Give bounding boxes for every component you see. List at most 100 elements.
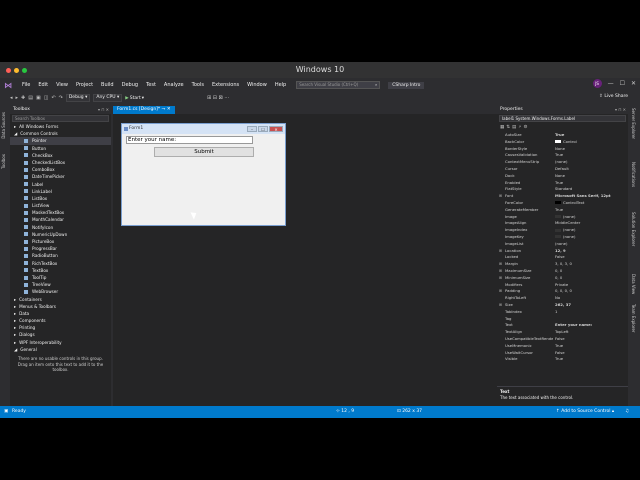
menu-item-project[interactable]: Project: [72, 82, 97, 88]
notification-bell-icon[interactable]: ♫: [625, 406, 629, 418]
toolbox-item[interactable]: ▸ Containers: [10, 296, 111, 303]
property-value[interactable]: ControlText: [553, 200, 628, 207]
toolbox-item[interactable]: WebBrowser: [10, 288, 111, 295]
property-row[interactable]: ⊞ Font Microsoft Sans Serif, 12pt: [497, 193, 628, 200]
tab-notifications[interactable]: Notifications: [631, 162, 636, 187]
toolbox-search-input[interactable]: Search Toolbox: [12, 115, 109, 122]
property-row[interactable]: FlatStyle Standard: [497, 186, 628, 193]
submit-button[interactable]: Submit: [154, 147, 254, 157]
expander-icon[interactable]: ▸: [14, 296, 16, 303]
maximize-icon[interactable]: ☐: [620, 80, 625, 87]
property-value[interactable]: True: [553, 180, 628, 187]
property-value[interactable]: True: [553, 343, 628, 350]
toolbox-item[interactable]: ◢ Common Controls: [10, 130, 111, 137]
toolbox-item[interactable]: LinkLabel: [10, 188, 111, 195]
property-value[interactable]: None: [553, 146, 628, 153]
tab-solution-explorer[interactable]: Solution Explorer: [631, 212, 636, 246]
object-selector[interactable]: label1 System.Windows.Forms.Label: [499, 115, 626, 122]
expander-icon[interactable]: ◢: [14, 346, 17, 353]
toolbox-item[interactable]: ToolTip: [10, 274, 111, 281]
toolbox-item[interactable]: ◢ General: [10, 346, 111, 353]
menu-item-build[interactable]: Build: [97, 82, 118, 88]
property-row[interactable]: ⊞ Margin 3, 0, 3, 0: [497, 261, 628, 268]
toolbox-item[interactable]: MaskedTextBox: [10, 209, 111, 216]
property-value[interactable]: (none): [553, 159, 628, 166]
expand-icon[interactable]: ⊞: [499, 193, 502, 200]
toolbox-item[interactable]: ListBox: [10, 195, 111, 202]
expand-icon[interactable]: ⊞: [499, 302, 502, 309]
property-value[interactable]: Microsoft Sans Serif, 12pt: [553, 193, 628, 200]
property-row[interactable]: Visible True: [497, 356, 628, 363]
toolbox-item[interactable]: RadioButton: [10, 252, 111, 259]
save-all-icon[interactable]: ◫: [44, 95, 49, 101]
property-value[interactable]: 0, 0: [553, 268, 628, 275]
expand-icon[interactable]: ⊞: [499, 275, 502, 282]
toolbox-item[interactable]: ▸ Printing: [10, 324, 111, 331]
property-row[interactable]: Image (none): [497, 214, 628, 221]
property-row[interactable]: UseWaitCursor False: [497, 350, 628, 357]
property-value[interactable]: Standard: [553, 186, 628, 193]
property-row[interactable]: GenerateMember True: [497, 207, 628, 214]
property-value[interactable]: True: [553, 152, 628, 159]
form-window[interactable]: Form1 – ☐ ✕ Enter your name: Submit: [121, 123, 286, 226]
configuration-dropdown[interactable]: Debug ▾: [65, 94, 91, 102]
expander-icon[interactable]: ▸: [14, 339, 16, 346]
property-value[interactable]: True: [553, 132, 628, 139]
menu-item-help[interactable]: Help: [271, 82, 290, 88]
new-project-icon[interactable]: ✚: [21, 95, 25, 101]
property-row[interactable]: ImageIndex (none): [497, 227, 628, 234]
property-value[interactable]: (none): [553, 214, 628, 221]
panel-controls-icon[interactable]: ▾ ⊓ ✕: [98, 106, 109, 114]
expand-icon[interactable]: ⊞: [499, 268, 502, 275]
property-row[interactable]: Text Enter your name:: [497, 322, 628, 329]
live-share-button[interactable]: ⇪ Live Share: [599, 94, 628, 99]
property-value[interactable]: 262, 37: [553, 302, 628, 309]
property-row[interactable]: ImageList (none): [497, 241, 628, 248]
start-button[interactable]: ▶ Start ▾: [125, 96, 144, 101]
alphabetical-icon[interactable]: ⇅: [506, 125, 510, 130]
menu-item-edit[interactable]: Edit: [34, 82, 52, 88]
expander-icon[interactable]: ▸: [14, 324, 16, 331]
property-value[interactable]: False: [553, 254, 628, 261]
back-icon[interactable]: ◂: [10, 95, 13, 101]
pin-icon[interactable]: ⊸: [162, 107, 166, 112]
property-row[interactable]: Enabled True: [497, 180, 628, 187]
property-row[interactable]: UseMnemonic True: [497, 343, 628, 350]
toolbox-item[interactable]: Label: [10, 181, 111, 188]
categorized-icon[interactable]: ▦: [500, 125, 504, 130]
expander-icon[interactable]: ▸: [14, 331, 16, 338]
property-value[interactable]: True: [553, 356, 628, 363]
toolbox-item[interactable]: Button: [10, 145, 111, 152]
toolbox-item[interactable]: TextBox: [10, 267, 111, 274]
toolbox-item[interactable]: ▸ Components: [10, 317, 111, 324]
avatar[interactable]: JS: [592, 79, 602, 88]
add-to-source-control-button[interactable]: ↑ Add to Source Control ▴: [556, 406, 614, 418]
redo-icon[interactable]: ↷: [59, 95, 63, 101]
property-value[interactable]: MiddleCenter: [553, 220, 628, 227]
property-row[interactable]: UseCompatibleTextRenderingFalse: [497, 336, 628, 343]
property-pages-icon[interactable]: ⚙: [523, 125, 527, 130]
property-row[interactable]: Cursor Default: [497, 166, 628, 173]
events-icon[interactable]: ⚡: [518, 125, 521, 130]
property-row[interactable]: AutoSize True: [497, 132, 628, 139]
property-row[interactable]: BorderStyle None: [497, 146, 628, 153]
menu-item-test[interactable]: Test: [142, 82, 160, 88]
expander-icon[interactable]: ▸: [14, 317, 16, 324]
property-row[interactable]: ImageAlign MiddleCenter: [497, 220, 628, 227]
menu-item-analyze[interactable]: Analyze: [160, 82, 188, 88]
expander-icon[interactable]: ◢: [14, 130, 17, 137]
menu-item-tools[interactable]: Tools: [188, 82, 208, 88]
property-value[interactable]: False: [553, 336, 628, 343]
tab-data-sources[interactable]: Data Sources: [1, 112, 6, 139]
close-tab-icon[interactable]: ✕: [167, 107, 171, 112]
toolbox-item[interactable]: ListView: [10, 202, 111, 209]
property-value[interactable]: No: [553, 295, 628, 302]
property-row[interactable]: ⊞ Padding 0, 0, 0, 0: [497, 288, 628, 295]
forward-icon[interactable]: ▸: [16, 95, 19, 101]
property-row[interactable]: BackColor Control: [497, 139, 628, 146]
property-value[interactable]: (none): [553, 234, 628, 241]
property-row[interactable]: Modifiers Private: [497, 282, 628, 289]
toolbox-item[interactable]: ▸ Menus & Toolbars: [10, 303, 111, 310]
menu-item-window[interactable]: Window: [243, 82, 271, 88]
property-row[interactable]: ⊞ MaximumSize 0, 0: [497, 268, 628, 275]
